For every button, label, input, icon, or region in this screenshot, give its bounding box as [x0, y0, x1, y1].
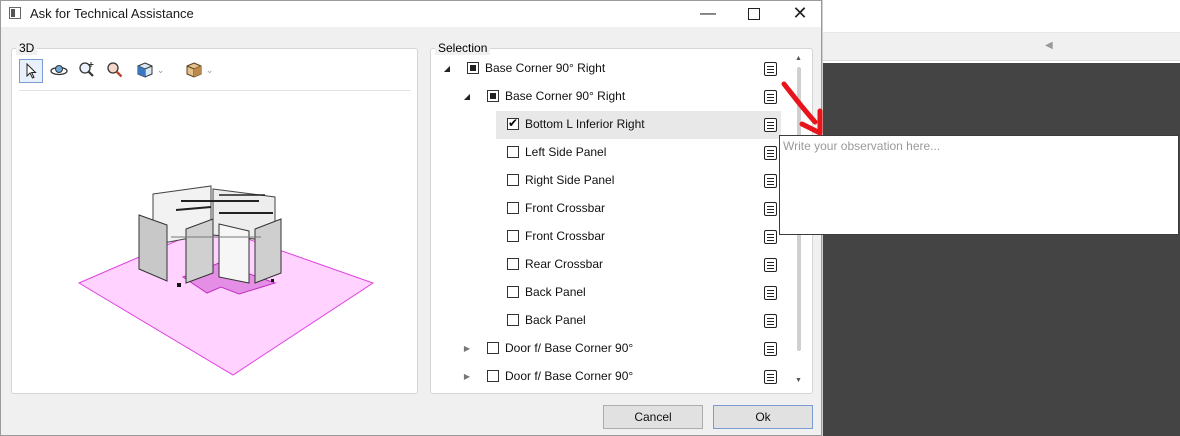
zoom-icon [107, 62, 123, 78]
orbit-tool-button[interactable] [47, 59, 71, 83]
checkmark-icon: ✔ [508, 116, 519, 130]
technical-assistance-dialog: Ask for Technical Assistance — ✕ 3D ⌄ ⌄ [0, 0, 822, 436]
dialog-titlebar: Ask for Technical Assistance — ✕ [1, 1, 821, 27]
3d-viewport[interactable] [61, 179, 391, 384]
observation-input[interactable] [783, 139, 1163, 153]
ok-button[interactable]: Ok [713, 405, 813, 429]
observation-note-icon[interactable] [764, 146, 777, 160]
cabinet-front-panel-mid [218, 223, 250, 284]
3d-group-label: 3D [16, 41, 38, 55]
background-viewport [823, 63, 1180, 436]
background-titlebar [823, 0, 1180, 33]
observation-note-icon[interactable] [764, 230, 777, 244]
scroll-up-icon[interactable]: ▲ [795, 55, 802, 62]
chevron-down-icon: ⌄ [205, 65, 214, 75]
tree-checkbox[interactable] [487, 342, 499, 354]
chevron-down-icon: ⌄ [156, 65, 165, 75]
tree-checkbox[interactable] [507, 146, 519, 158]
zoom-extents-button[interactable] [75, 59, 99, 83]
dialog-title: Ask for Technical Assistance [30, 6, 194, 21]
observation-note-icon[interactable] [764, 286, 777, 300]
tree-item-label: Front Crossbar [525, 229, 606, 243]
tree-checkbox[interactable]: ✔ [507, 116, 519, 130]
select-tool-button[interactable] [19, 59, 43, 83]
tree-checkbox[interactable] [487, 90, 499, 102]
scroll-down-icon[interactable]: ▼ [795, 377, 802, 384]
toolbar-divider [19, 90, 411, 91]
observation-note-icon[interactable] [764, 314, 777, 328]
collapsed-arrow-icon[interactable]: ▶ [461, 371, 473, 383]
tree-item-label: Bottom L Inferior Right [525, 117, 645, 131]
app-icon [9, 7, 21, 19]
view-cube-icon [137, 62, 153, 78]
tree-checkbox[interactable] [507, 174, 519, 186]
zoom-extents-icon [79, 62, 94, 77]
scroll-left-icon[interactable]: ◀ [1045, 40, 1053, 51]
corner-marker [177, 283, 181, 287]
zoom-tool-button[interactable] [103, 59, 127, 83]
cabinet-front-panel-left [185, 218, 214, 284]
view-cube-dropdown[interactable]: ⌄ [131, 59, 169, 83]
expanded-arrow-icon[interactable]: ◢ [461, 91, 473, 103]
tree-item-label: Left Side Panel [525, 145, 607, 159]
tree-item-label: Door f/ Base Corner 90° [505, 369, 634, 383]
tree-item-label: Back Panel [525, 313, 586, 327]
box-view-icon [186, 62, 202, 78]
background-toolbar: ◀ [823, 33, 1180, 61]
selection-group-label: Selection [435, 41, 491, 55]
cabinet-right-panel [254, 218, 282, 284]
observation-note-icon[interactable] [764, 118, 777, 132]
tree-item-label: Base Corner 90° Right [485, 61, 606, 75]
close-icon: ✕ [792, 3, 808, 23]
tree-item-label: Front Crossbar [525, 201, 606, 215]
observation-note-icon[interactable] [764, 370, 777, 384]
close-button[interactable]: ✕ [777, 1, 823, 27]
tree-item-label: Rear Crossbar [525, 257, 604, 271]
observation-note-icon[interactable] [764, 342, 777, 356]
tree-checkbox[interactable] [487, 370, 499, 382]
observation-note-icon[interactable] [764, 258, 777, 272]
tree-checkbox[interactable] [507, 230, 519, 242]
observation-note-icon[interactable] [764, 62, 777, 76]
observation-note-icon[interactable] [764, 202, 777, 216]
tree-item-label: Right Side Panel [525, 173, 615, 187]
tree-checkbox[interactable] [507, 314, 519, 326]
tree-checkbox[interactable] [507, 286, 519, 298]
tree-checkbox[interactable] [467, 62, 479, 74]
cancel-button[interactable]: Cancel [603, 405, 703, 429]
collapsed-arrow-icon[interactable]: ▶ [461, 343, 473, 355]
tree-checkbox[interactable] [507, 202, 519, 214]
observation-note-icon[interactable] [764, 90, 777, 104]
tree-item-label: Door f/ Base Corner 90° [505, 341, 634, 355]
orbit-icon [50, 65, 68, 76]
tree-item-label: Base Corner 90° Right [505, 89, 626, 103]
observation-note-icon[interactable] [764, 174, 777, 188]
observation-popup [779, 135, 1179, 235]
cabinet-left-panel [138, 214, 168, 282]
tree-item-label: Back Panel [525, 285, 586, 299]
box-view-dropdown[interactable]: ⌄ [179, 59, 219, 83]
corner-marker [271, 279, 274, 282]
minimize-icon: — [700, 5, 716, 22]
maximize-button[interactable] [731, 1, 777, 27]
minimize-button[interactable]: — [685, 1, 731, 27]
annotation-arrow-icon [781, 81, 823, 136]
expanded-arrow-icon[interactable]: ◢ [441, 63, 453, 75]
select-pointer-icon [26, 62, 37, 79]
tree-checkbox[interactable] [507, 258, 519, 270]
maximize-icon [748, 7, 760, 20]
